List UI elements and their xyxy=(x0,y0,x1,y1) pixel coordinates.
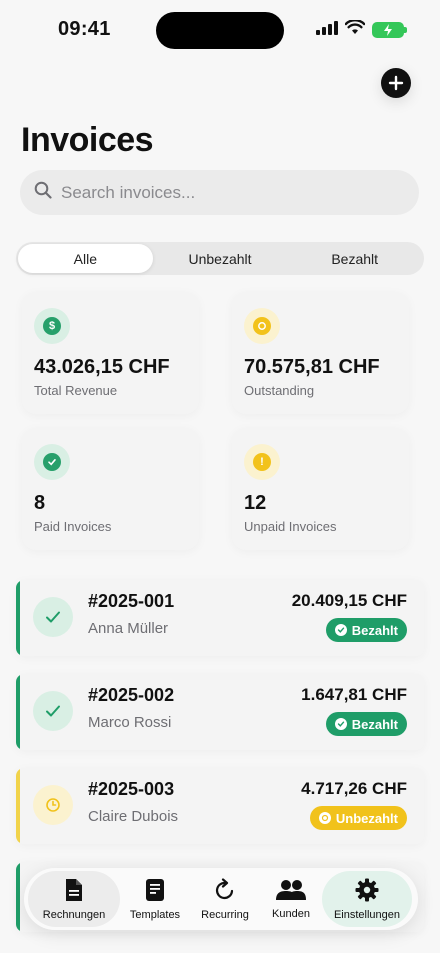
status-bar-indicator xyxy=(16,580,20,656)
template-icon xyxy=(145,878,165,905)
tab-label: Einstellungen xyxy=(333,908,401,921)
tab-kunden[interactable]: Kunden xyxy=(260,871,322,927)
tab-einstellungen[interactable]: Einstellungen xyxy=(322,871,412,927)
invoice-number: #2025-002 xyxy=(88,685,175,705)
alert-icon: ! xyxy=(244,444,280,480)
people-icon xyxy=(275,879,307,904)
plus-icon xyxy=(388,75,404,91)
status-bar: 09:41 xyxy=(0,0,440,60)
invoice-client: Marco Rossi xyxy=(88,714,172,731)
search-input[interactable] xyxy=(61,182,381,203)
check-icon xyxy=(34,444,70,480)
check-icon xyxy=(334,624,347,636)
check-icon xyxy=(33,597,73,637)
stat-card-unpaid-invoices: ! 12 Unpaid Invoices xyxy=(232,428,409,550)
stat-value: 8 xyxy=(34,492,46,514)
invoice-client: Anna Müller xyxy=(88,620,169,637)
tab-label: Rechnungen xyxy=(42,908,106,921)
stat-label: Paid Invoices xyxy=(34,519,112,534)
filter-unpaid[interactable]: Unbezahlt xyxy=(153,244,288,273)
dollar-icon: $ xyxy=(34,308,70,344)
add-invoice-button[interactable] xyxy=(381,68,411,98)
stat-label: Total Revenue xyxy=(34,383,118,398)
filter-all[interactable]: Alle xyxy=(18,244,153,273)
stat-value: 70.575,81 CHF xyxy=(244,356,380,378)
status-badge-label: Bezahlt xyxy=(351,622,398,638)
stat-label: Outstanding xyxy=(244,383,315,398)
invoice-number: #2025-003 xyxy=(88,779,175,799)
status-bar-indicator xyxy=(16,674,20,750)
status-badge: Bezahlt xyxy=(325,712,407,736)
gear-icon xyxy=(355,878,379,905)
invoice-row[interactable]: #2025-001 Anna Müller 20.409,15 CHF Beza… xyxy=(16,580,424,656)
invoice-client: Claire Dubois xyxy=(88,808,179,825)
document-icon xyxy=(64,878,84,905)
search-bar[interactable] xyxy=(20,170,419,215)
tab-label: Kunden xyxy=(272,907,310,920)
stat-card-outstanding: 70.575,81 CHF Outstanding xyxy=(232,292,409,414)
clock-icon xyxy=(33,785,73,825)
stat-value: 12 xyxy=(244,492,267,514)
check-icon xyxy=(334,718,347,730)
invoice-amount: 20.409,15 CHF xyxy=(291,591,407,610)
battery-charging-icon xyxy=(372,22,407,38)
stat-card-total-revenue: $ 43.026,15 CHF Total Revenue xyxy=(22,292,199,414)
status-badge-label: Unbezahlt xyxy=(335,810,398,826)
status-badge: Bezahlt xyxy=(325,618,407,642)
invoice-row[interactable]: #2025-003 Claire Dubois 4.717,26 CHF Unb… xyxy=(16,768,424,844)
invoice-amount: 4.717,26 CHF xyxy=(301,779,407,798)
status-icons xyxy=(316,19,407,40)
invoice-number: #2025-001 xyxy=(88,591,175,611)
tab-label: Recurring xyxy=(201,908,249,921)
cellular-signal-icon xyxy=(316,20,338,40)
stat-value: 43.026,15 CHF xyxy=(34,356,170,378)
invoice-amount: 1.647,81 CHF xyxy=(301,685,407,704)
stat-card-paid-invoices: 8 Paid Invoices xyxy=(22,428,199,550)
filter-paid[interactable]: Bezahlt xyxy=(287,244,422,273)
search-icon xyxy=(34,181,52,204)
clock-icon xyxy=(318,812,331,824)
page-title: Invoices xyxy=(21,121,154,159)
check-icon xyxy=(33,691,73,731)
tab-bar: Rechnungen Templates Recurring Kunden Ei… xyxy=(24,868,418,930)
tab-templates[interactable]: Templates xyxy=(120,871,190,927)
stat-label: Unpaid Invoices xyxy=(244,519,337,534)
status-filter: Alle Unbezahlt Bezahlt xyxy=(16,242,424,275)
refresh-icon xyxy=(213,877,237,905)
invoice-row[interactable]: #2025-002 Marco Rossi 1.647,81 CHF Bezah… xyxy=(16,674,424,750)
status-time: 09:41 xyxy=(58,18,111,40)
tab-rechnungen[interactable]: Rechnungen xyxy=(28,871,120,927)
status-badge: Unbezahlt xyxy=(309,806,407,830)
tab-label: Templates xyxy=(129,908,181,921)
pending-icon xyxy=(244,308,280,344)
status-badge-label: Bezahlt xyxy=(351,716,398,732)
tab-recurring[interactable]: Recurring xyxy=(190,871,260,927)
status-bar-indicator xyxy=(16,768,20,844)
dynamic-island xyxy=(156,12,284,49)
wifi-icon xyxy=(344,19,366,40)
status-bar-indicator xyxy=(16,862,20,932)
